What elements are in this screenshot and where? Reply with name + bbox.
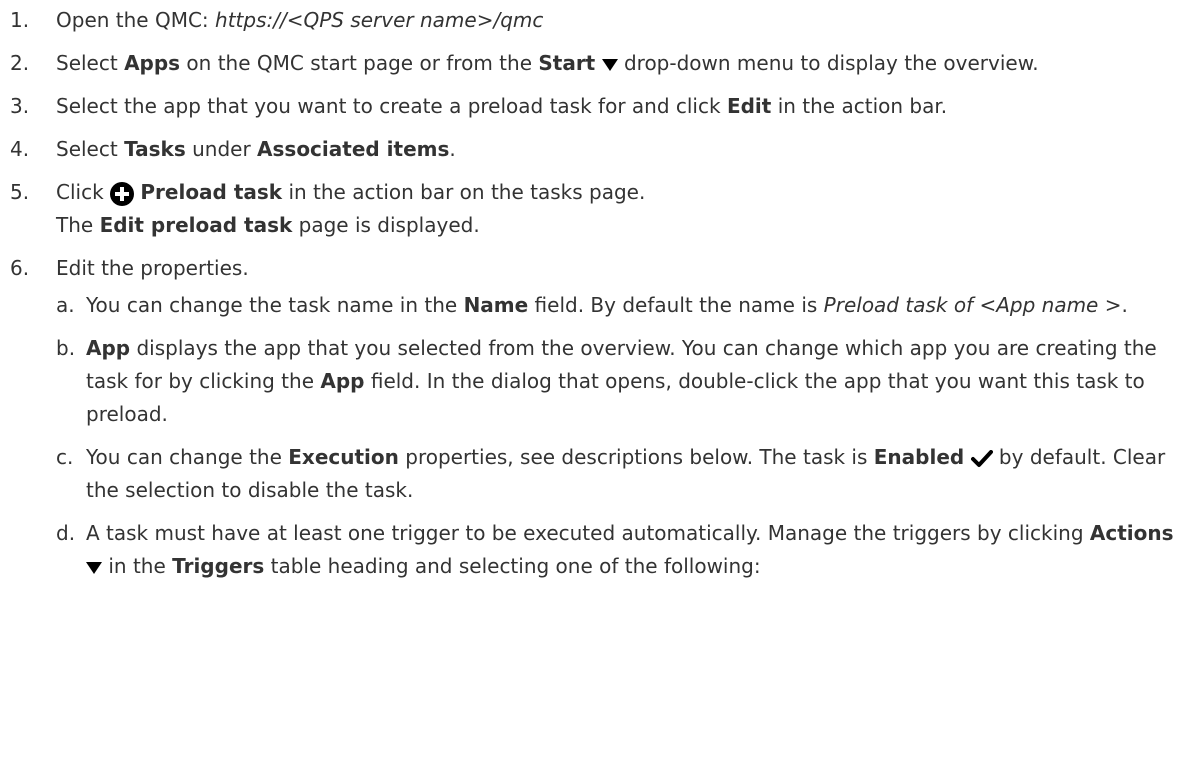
associated-items-label: Associated items bbox=[257, 137, 450, 161]
step-number: 4. bbox=[10, 137, 30, 161]
step-text: drop-down menu to display the overview. bbox=[617, 51, 1039, 75]
substep-letter: d. bbox=[56, 521, 76, 545]
substep-a: a. You can change the task name in the N… bbox=[56, 289, 1181, 322]
step-text: on the QMC start page or from the bbox=[180, 51, 539, 75]
step-text: under bbox=[185, 137, 258, 161]
step-text: field. By default the name is bbox=[528, 293, 824, 317]
step-text: . bbox=[1121, 293, 1128, 317]
apps-label: Apps bbox=[124, 51, 181, 75]
app-label: App bbox=[86, 336, 131, 360]
step-6: 6. Edit the properties. a. You can chang… bbox=[0, 252, 1191, 583]
step-text: You can change the bbox=[86, 445, 289, 469]
step-text: You can change the task name in the bbox=[86, 293, 464, 317]
substep-letter: b. bbox=[56, 336, 76, 360]
enabled-label: Enabled bbox=[873, 445, 965, 469]
step-text: Click bbox=[56, 180, 111, 204]
caret-down-icon bbox=[86, 561, 102, 575]
step-number: 2. bbox=[10, 51, 30, 75]
step-text: page is displayed. bbox=[292, 213, 480, 237]
step-number: 3. bbox=[10, 94, 30, 118]
step-number: 1. bbox=[10, 8, 30, 32]
triggers-label: Triggers bbox=[172, 554, 265, 578]
step-text: Select the app that you want to create a… bbox=[56, 94, 727, 118]
step-5: 5. Click Preload task in the action bar … bbox=[0, 176, 1191, 242]
substep-c: c. You can change the Execution properti… bbox=[56, 441, 1181, 507]
step-text: in the action bar on the tasks page. bbox=[282, 180, 646, 204]
step-text: Open the QMC: bbox=[56, 8, 216, 32]
step-text: . bbox=[449, 137, 456, 161]
app-field-label: App bbox=[320, 369, 365, 393]
execution-label: Execution bbox=[288, 445, 399, 469]
substep-letter: a. bbox=[56, 293, 75, 317]
step-text: in the action bar. bbox=[771, 94, 948, 118]
step-text: The bbox=[56, 213, 100, 237]
substep-letter: c. bbox=[56, 445, 74, 469]
procedure-document: 1. Open the QMC: https://<QPS server nam… bbox=[0, 0, 1191, 767]
substep-d: d. A task must have at least one trigger… bbox=[56, 517, 1181, 583]
step-text: table heading and selecting one of the f… bbox=[264, 554, 761, 578]
step-text: Select bbox=[56, 137, 125, 161]
default-name: Preload task of <App name > bbox=[823, 293, 1122, 317]
qmc-url: https://<QPS server name>/qmc bbox=[215, 8, 544, 32]
step-text: A task must have at least one trigger to… bbox=[86, 521, 1090, 545]
step-number: 5. bbox=[10, 180, 30, 204]
step-4: 4. Select Tasks under Associated items. bbox=[0, 133, 1191, 166]
substeps-list: a. You can change the task name in the N… bbox=[56, 289, 1181, 583]
step-text: properties, see descriptions below. The … bbox=[398, 445, 874, 469]
steps-list: 1. Open the QMC: https://<QPS server nam… bbox=[0, 4, 1191, 593]
step-text: in the bbox=[102, 554, 173, 578]
start-label: Start bbox=[538, 51, 596, 75]
tasks-label: Tasks bbox=[124, 137, 186, 161]
step-text: Select bbox=[56, 51, 125, 75]
edit-label: Edit bbox=[726, 94, 772, 118]
step-3: 3. Select the app that you want to creat… bbox=[0, 90, 1191, 123]
edit-preload-task-label: Edit preload task bbox=[99, 213, 293, 237]
step-1: 1. Open the QMC: https://<QPS server nam… bbox=[0, 4, 1191, 37]
checkmark-icon bbox=[970, 449, 993, 468]
plus-circle-icon bbox=[110, 181, 135, 206]
step-text: Edit the properties. bbox=[56, 256, 249, 280]
substep-b: b. App displays the app that you selecte… bbox=[56, 332, 1181, 431]
name-label: Name bbox=[463, 293, 529, 317]
actions-label: Actions bbox=[1089, 521, 1174, 545]
caret-down-icon bbox=[601, 58, 618, 72]
step-number: 6. bbox=[10, 256, 30, 280]
step-2: 2. Select Apps on the QMC start page or … bbox=[0, 47, 1191, 80]
preload-task-label: Preload task bbox=[140, 180, 283, 204]
